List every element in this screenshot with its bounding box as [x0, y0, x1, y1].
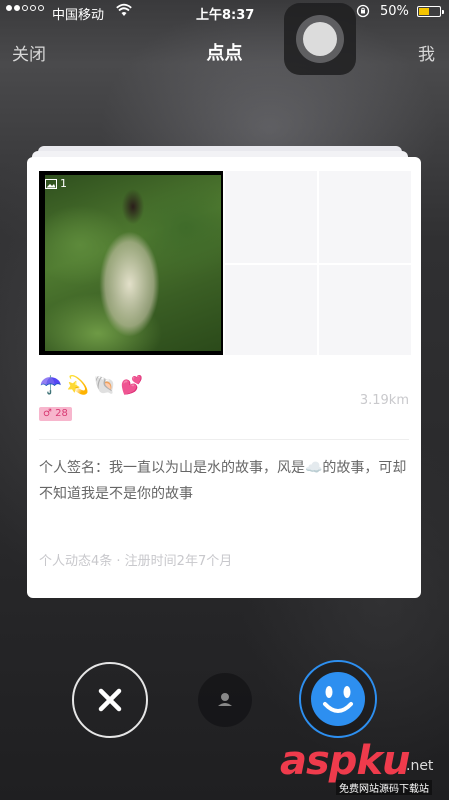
- smile-icon: [311, 672, 365, 726]
- battery-icon: [417, 6, 444, 17]
- signature-text: 个人签名：我一直以为山是水的故事，风是☁️的故事，可却不知道我是不是你的故事: [39, 460, 407, 502]
- photo-count-badge: 1: [45, 177, 67, 190]
- activity-meta: 个人动态4条 · 注册时间2年7个月: [39, 554, 233, 569]
- close-icon: [98, 688, 122, 712]
- assistive-touch-button[interactable]: [284, 3, 356, 75]
- distance-label: 3.19km: [359, 393, 409, 408]
- photo-slot: [225, 265, 317, 355]
- photo-slot: [319, 265, 411, 355]
- dislike-button[interactable]: [72, 662, 148, 738]
- photo-image: [45, 175, 221, 351]
- divider: [39, 439, 409, 440]
- me-button[interactable]: 我: [418, 40, 435, 65]
- umbrella-tag: ☂️: [39, 375, 63, 396]
- interest-tags: ☂️ 💫 🐚 💕: [39, 375, 144, 397]
- rotation-lock-icon: [356, 4, 370, 22]
- profile-detail-button[interactable]: [198, 673, 252, 727]
- hearts-tag: 💕: [120, 375, 144, 396]
- image-icon: [45, 178, 57, 189]
- comet-tag: 💫: [66, 375, 90, 396]
- signal-dots: [6, 5, 44, 11]
- watermark-subtitle: 免费网站源码下载站: [336, 780, 432, 795]
- photo-count: 1: [60, 177, 67, 190]
- page-title: 点点: [206, 43, 243, 64]
- gender-age-badge: ♂ 28: [39, 407, 72, 421]
- photo-slot: [225, 171, 317, 263]
- wifi-icon: [116, 3, 132, 21]
- person-icon: [218, 693, 232, 706]
- profile-photo[interactable]: 1: [39, 171, 223, 355]
- battery-percent: 50%: [380, 4, 409, 19]
- like-button[interactable]: [299, 660, 377, 738]
- watermark-brand: aspku: [280, 738, 411, 784]
- watermark-suffix: .net: [406, 758, 434, 774]
- status-bar: 中国移动 上午8:37 50%: [0, 0, 449, 24]
- photo-slot: [319, 171, 411, 263]
- carrier-name: 中国移动: [52, 8, 105, 23]
- clock: 上午8:37: [196, 8, 255, 23]
- profile-card[interactable]: 1 ☂️ 💫 🐚 💕 ♂ 28 3.19km 个人签名：我一直以为山是水的故事，…: [27, 157, 421, 598]
- shell-tag: 🐚: [93, 375, 117, 396]
